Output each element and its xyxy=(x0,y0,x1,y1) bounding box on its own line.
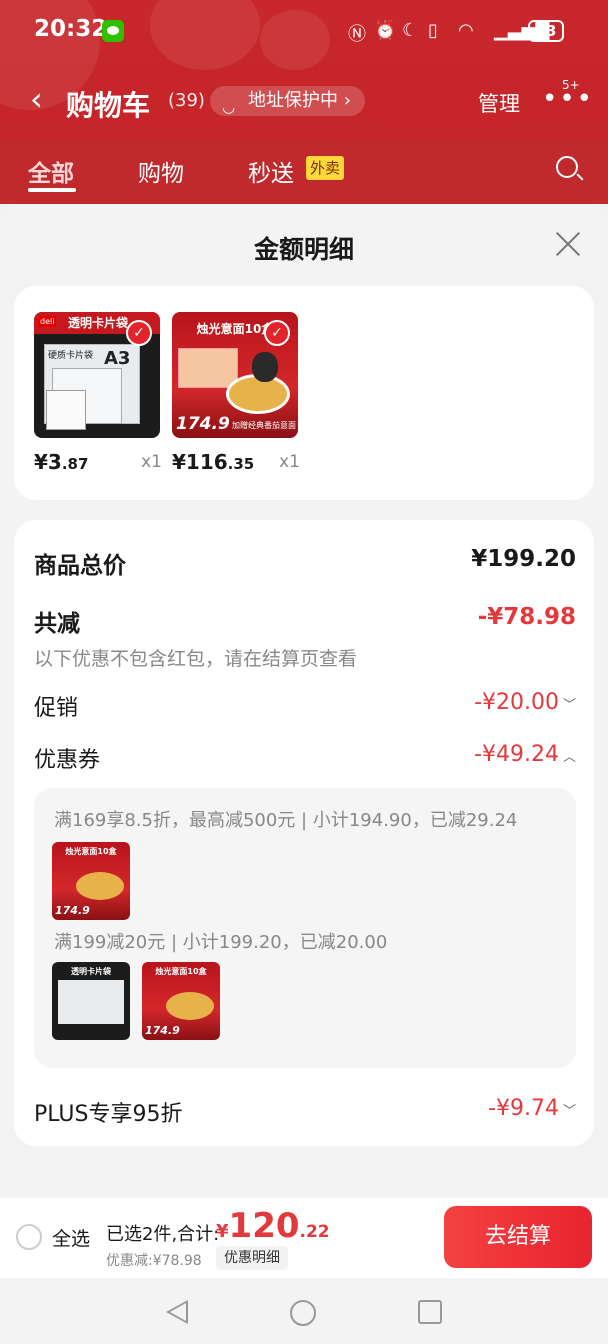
product-qty: x1 xyxy=(141,452,162,472)
total-amount: ¥120.22 xyxy=(216,1206,330,1246)
check-icon: ✓ xyxy=(264,320,290,346)
tab-express[interactable]: 秒送 xyxy=(248,154,294,188)
discount-value: -¥78.98 xyxy=(477,604,576,630)
promo-row[interactable]: 促销 -¥20.00 ﹀ xyxy=(34,690,576,722)
chevron-down-icon: ﹀ xyxy=(562,1104,576,1119)
product-card: 透明卡片袋 deli 硬质卡片袋 A3 ✓ ¥3.87 x1 烛光意面10盒 1… xyxy=(14,286,594,500)
coupon-row[interactable]: 优惠券 -¥49.24 ︿ xyxy=(34,742,576,774)
total-row: 商品总价 ¥199.20 xyxy=(34,546,576,580)
coupon-rule: 满169享8.5折，最高减500元 | 小计194.90，已减29.24 xyxy=(54,810,518,831)
chevron-right-icon: › xyxy=(343,90,351,111)
sheet-title: 金额明细 xyxy=(253,235,354,264)
system-nav-bar xyxy=(0,1278,608,1344)
model-shape xyxy=(252,352,278,382)
product-item[interactable]: 烛光意面10盒 174.9 加赠经典番茄意面 ✓ ¥116.35 x1 xyxy=(172,312,300,474)
alarm-icon: ⏰ xyxy=(374,20,397,41)
pasta-boxes-shape xyxy=(178,348,238,388)
plus-value: -¥9.74 ﹀ xyxy=(488,1096,576,1121)
product-qty: x1 xyxy=(279,452,300,472)
plus-row[interactable]: PLUS专享95折 -¥9.74 ﹀ xyxy=(34,1096,576,1128)
smile-icon: ◡ xyxy=(222,98,236,116)
back-icon[interactable]: ‹ xyxy=(30,80,43,118)
coupon-detail-box: 满169享8.5折，最高减500元 | 小计194.90，已减29.24 烛光意… xyxy=(34,788,576,1068)
promo-value: -¥20.00 ﹀ xyxy=(474,690,576,715)
selected-summary: 已选2件,合计: xyxy=(106,1224,220,1245)
discount-row: 共减 -¥78.98 以下优惠不包含红包，请在结算页查看 xyxy=(34,604,576,671)
discount-note: 以下优惠不包含红包，请在结算页查看 xyxy=(34,648,358,670)
search-icon[interactable] xyxy=(556,156,578,178)
product-image: 烛光意面10盒 174.9 加赠经典番茄意面 ✓ xyxy=(172,312,298,438)
image-footer: 加赠经典番茄意面 xyxy=(232,421,296,430)
top-header: 20:32 Ⓝ ⏰ ☾ ▯ ◠ ▁▃▅▇ 73 ‹ 购物车 (39) ◡ 地址保… xyxy=(0,0,608,140)
page-title: 购物车 xyxy=(66,89,151,122)
nav-bar: ‹ 购物车 (39) ◡ 地址保护中 › 管理 ••• 5+ xyxy=(0,76,608,126)
manage-button[interactable]: 管理 xyxy=(478,88,520,118)
discount-summary: 优惠减:¥78.98 xyxy=(106,1253,202,1269)
coupon-product-thumb: 烛光意面10盒 174.9 xyxy=(52,842,130,920)
select-all-radio[interactable] xyxy=(16,1224,42,1250)
brand-logo: deli xyxy=(38,316,57,327)
card-sleeve-shape xyxy=(46,390,86,430)
tab-shopping[interactable]: 购物 xyxy=(138,154,184,188)
wifi-icon: ◠ xyxy=(458,20,474,41)
chevron-up-icon: ︿ xyxy=(562,750,576,765)
tab-bar: 全部 购物 秒送 外卖 xyxy=(0,140,608,204)
battery-indicator: 73 xyxy=(528,20,564,42)
tab-all[interactable]: 全部 xyxy=(28,154,74,188)
image-price: 174.9 xyxy=(176,414,230,434)
more-badge: 5+ xyxy=(562,78,580,92)
tab-underline xyxy=(28,188,76,192)
moon-icon: ☾ xyxy=(402,20,419,41)
coupon-product-thumb: 烛光意面10盒 174.9 xyxy=(142,962,220,1040)
tab-takeout-badge: 外卖 xyxy=(306,156,345,180)
product-price: ¥3.87 xyxy=(34,450,89,474)
wechat-icon xyxy=(102,20,124,42)
amount-detail-sheet: 金额明细 透明卡片袋 deli 硬质卡片袋 A3 ✓ ¥3.87 x1 烛光意面… xyxy=(0,204,608,1204)
product-image: 透明卡片袋 deli 硬质卡片袋 A3 ✓ xyxy=(34,312,160,438)
status-time: 20:32 xyxy=(34,16,108,42)
address-protection-button[interactable]: ◡ 地址保护中 › xyxy=(210,86,365,116)
checkout-button[interactable]: 去结算 xyxy=(444,1206,592,1268)
product-item[interactable]: 透明卡片袋 deli 硬质卡片袋 A3 ✓ ¥3.87 x1 xyxy=(34,312,162,474)
checkout-bar: 全选 已选2件,合计: ¥120.22 优惠减:¥78.98 优惠明细 去结算 xyxy=(0,1198,608,1278)
recents-nav-icon[interactable] xyxy=(418,1300,442,1324)
back-nav-icon[interactable] xyxy=(166,1300,188,1324)
close-icon[interactable] xyxy=(554,230,582,258)
cart-count: (39) xyxy=(168,90,205,111)
vibrate-icon: ▯ xyxy=(428,20,438,41)
total-value: ¥199.20 xyxy=(471,546,576,572)
chevron-down-icon: ﹀ xyxy=(562,698,576,713)
price-breakdown-card: 商品总价 ¥199.20 共减 -¥78.98 以下优惠不包含红包，请在结算页查… xyxy=(14,520,594,1146)
product-price: ¥116.35 xyxy=(172,450,255,474)
home-nav-icon[interactable] xyxy=(290,1300,316,1326)
image-size: A3 xyxy=(104,348,131,369)
image-label: 硬质卡片袋 xyxy=(48,351,94,361)
address-label: 地址保护中 xyxy=(248,90,338,111)
select-all-label[interactable]: 全选 xyxy=(52,1224,90,1251)
discount-detail-button[interactable]: 优惠明细 xyxy=(216,1246,288,1270)
coupon-value: -¥49.24 ︿ xyxy=(474,742,576,767)
nfc-icon: Ⓝ xyxy=(348,24,366,45)
coupon-product-thumb: 透明卡片袋 xyxy=(52,962,130,1040)
check-icon: ✓ xyxy=(126,320,152,346)
status-bar: 20:32 Ⓝ ⏰ ☾ ▯ ◠ ▁▃▅▇ 73 xyxy=(0,12,608,52)
coupon-rule: 满199减20元 | 小计199.20，已减20.00 xyxy=(54,932,388,953)
